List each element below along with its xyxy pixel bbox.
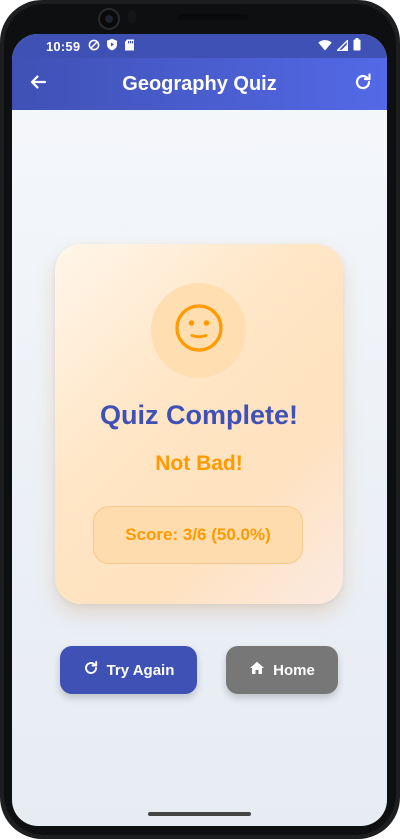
score-badge: Score: 3/6 (50.0%) — [93, 506, 303, 564]
result-subtitle: Not Bad! — [155, 452, 243, 475]
try-again-label: Try Again — [106, 661, 175, 679]
camera-sensor — [128, 10, 136, 24]
front-camera — [98, 8, 120, 30]
score-text: Score: 3/6 (50.0%) — [125, 525, 271, 544]
play-protect-icon — [106, 38, 118, 54]
refresh-icon — [83, 660, 99, 680]
try-again-button[interactable]: Try Again — [60, 646, 197, 694]
sd-card-icon — [124, 39, 135, 54]
signal-icon — [335, 38, 349, 54]
status-bar: 10:59 — [12, 34, 387, 58]
wifi-icon — [318, 39, 332, 54]
result-title: Quiz Complete! — [99, 400, 298, 430]
arrow-left-icon — [28, 72, 48, 97]
back-button[interactable] — [26, 72, 50, 96]
gesture-home-indicator[interactable] — [148, 812, 251, 816]
phone-frame: 10:59 Geography Quiz Quiz Complete! Not … — [0, 0, 400, 839]
earpiece-speaker — [178, 14, 248, 20]
home-icon — [249, 660, 265, 680]
status-system-icons — [318, 38, 361, 54]
refresh-icon — [353, 72, 373, 97]
home-button[interactable]: Home — [226, 646, 338, 694]
status-notification-icons — [88, 38, 135, 54]
vpn-shield-icon — [88, 39, 100, 54]
refresh-button[interactable] — [351, 72, 375, 96]
app-bar: Geography Quiz — [12, 58, 387, 110]
battery-icon — [353, 38, 361, 54]
app-screen: 10:59 Geography Quiz Quiz Complete! Not … — [12, 34, 387, 826]
status-time: 10:59 — [46, 38, 81, 54]
page-title: Geography Quiz — [122, 72, 277, 95]
result-card: Quiz Complete! Not Bad! Score: 3/6 (50.0… — [55, 244, 343, 604]
neutral-face-icon — [173, 302, 225, 359]
home-label: Home — [273, 661, 315, 679]
emoji-badge — [151, 283, 246, 378]
